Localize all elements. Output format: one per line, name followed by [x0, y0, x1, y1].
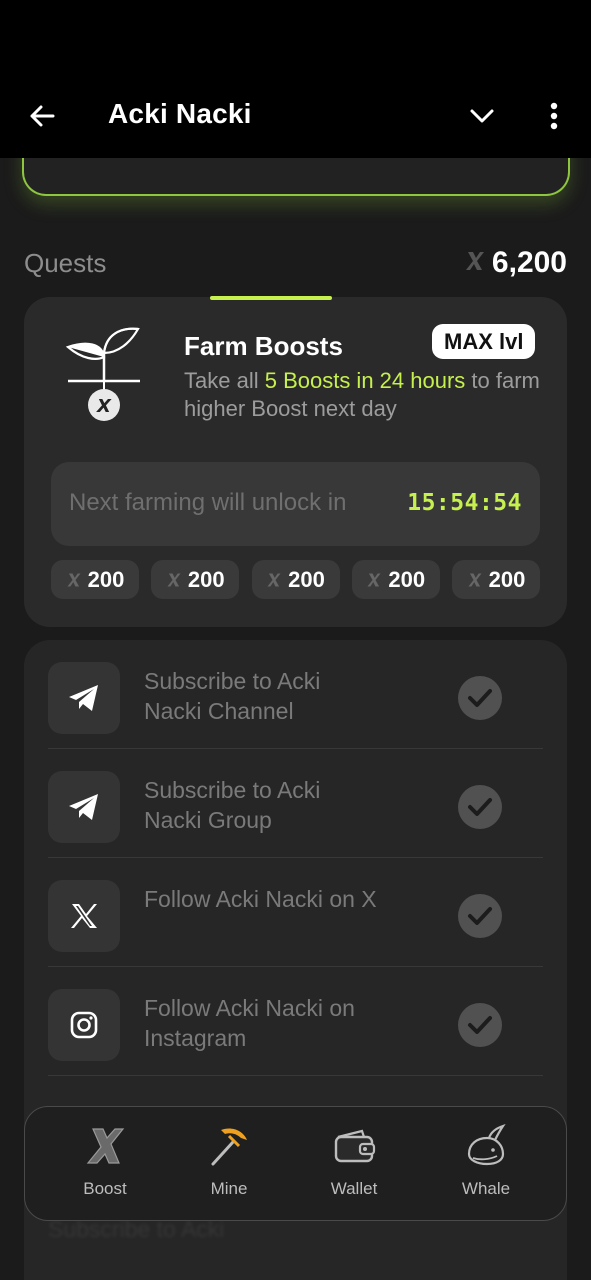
boost-chip-value: 200 — [187, 566, 225, 592]
task-row[interactable]: Subscribe to Acki Nacki Channel — [48, 640, 543, 749]
telegram-icon — [48, 771, 120, 843]
status-bar — [0, 0, 591, 78]
instagram-icon — [48, 989, 120, 1061]
x-token-icon — [167, 572, 181, 587]
nav-mine-label: Mine — [210, 1179, 248, 1198]
checkmark-icon — [458, 1003, 502, 1047]
nav-wallet[interactable]: Wallet — [299, 1125, 409, 1205]
x-token-icon — [468, 572, 482, 587]
boost-chip-value: 200 — [388, 566, 426, 592]
nav-mine[interactable]: Mine — [174, 1125, 284, 1205]
unlock-text: Next farming will unlock in — [69, 489, 347, 516]
max-level-badge: MAX lvl — [432, 324, 536, 359]
whale-icon — [462, 1124, 510, 1167]
chevron-down-icon[interactable] — [462, 96, 502, 136]
farm-description: Take all 5 Boosts in 24 hours to farm hi… — [184, 367, 544, 423]
quests-total-amount: 6,200 — [491, 246, 567, 279]
boost-chip: 200 — [251, 560, 340, 599]
boost-chip: 200 — [151, 560, 240, 599]
back-arrow-icon[interactable] — [22, 96, 62, 136]
x-token-icon — [267, 572, 281, 587]
page-title: Acki Nacki — [108, 98, 252, 129]
task-row[interactable]: Follow Acki Nacki on X — [48, 858, 543, 967]
sprout-icon: X — [64, 323, 144, 423]
x-token-icon — [367, 572, 381, 587]
farm-desc-prefix: Take all — [184, 368, 265, 393]
boost-chip: 200 — [452, 560, 540, 599]
tab-indicator — [210, 296, 332, 300]
x-boost-icon — [81, 1125, 129, 1167]
boost-chip: 200 — [351, 560, 440, 599]
wallet-icon — [330, 1125, 378, 1167]
task-label: Follow Acki Nacki on Instagram — [144, 995, 355, 1051]
quests-total: 6,200 — [464, 246, 567, 280]
unlock-timer: 15:54:54 — [407, 490, 522, 516]
nav-boost-label: Boost — [83, 1179, 127, 1198]
farm-title: Farm Boosts — [184, 331, 343, 361]
checkmark-icon — [458, 785, 502, 829]
quests-heading: Quests — [24, 248, 107, 278]
bottom-nav: Boost Mine Wallet Whale — [24, 1106, 567, 1221]
boost-chip-value: 200 — [488, 566, 526, 592]
task-label: Follow Acki Nacki on X — [144, 886, 377, 912]
pickaxe-icon — [205, 1125, 253, 1167]
x-token-icon — [464, 250, 486, 277]
task-row[interactable]: Subscribe to Acki Nacki Group — [48, 749, 543, 858]
farm-boosts-card: X Farm Boosts MAX lvl Take all 5 Boosts … — [24, 297, 567, 627]
unlock-timer-box: Next farming will unlock in 15:54:54 — [51, 462, 540, 546]
x-token-icon — [67, 572, 81, 587]
task-label: Subscribe to Acki Nacki Channel — [144, 668, 321, 724]
nav-whale[interactable]: Whale — [431, 1124, 541, 1205]
task-label: Subscribe to Acki Nacki Group — [144, 777, 321, 833]
telegram-icon — [48, 662, 120, 734]
checkmark-icon — [458, 894, 502, 938]
nav-boost[interactable]: Boost — [50, 1125, 160, 1205]
task-row[interactable]: Follow Acki Nacki on Instagram — [48, 967, 543, 1076]
boost-chip: 200 — [51, 560, 139, 599]
boost-chip-value: 200 — [288, 566, 325, 592]
boost-chips: 200 200 200 200 200 — [51, 560, 540, 599]
svg-text:X: X — [96, 396, 112, 417]
checkmark-icon — [458, 676, 502, 720]
app-header: Acki Nacki — [0, 78, 591, 158]
x-logo-icon — [48, 880, 120, 952]
farm-desc-highlight: 5 Boosts in 24 hours — [264, 368, 466, 393]
more-menu-icon[interactable] — [536, 96, 572, 136]
boost-chip-value: 200 — [87, 566, 125, 592]
main-content[interactable]: Quests 6,200 X Farm Boosts MAX lvl Take … — [0, 158, 591, 1280]
nav-whale-label: Whale — [461, 1179, 511, 1198]
previous-card — [22, 158, 570, 196]
nav-wallet-label: Wallet — [330, 1179, 378, 1198]
